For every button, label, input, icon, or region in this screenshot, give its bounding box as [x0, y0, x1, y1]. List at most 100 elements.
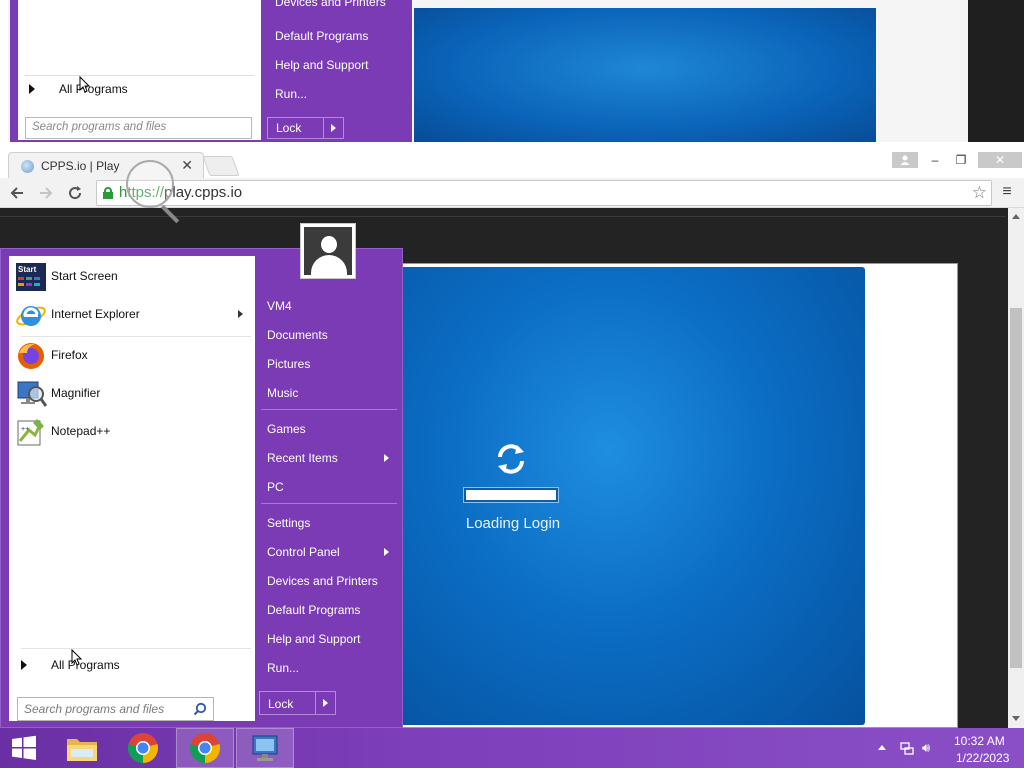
restore-button[interactable]: ❐	[948, 152, 974, 168]
scrollbar-thumb[interactable]	[1010, 308, 1022, 668]
network-icon[interactable]	[900, 741, 914, 755]
profile-button[interactable]	[892, 152, 918, 168]
clock-time[interactable]: 10:32 AM	[954, 734, 1005, 748]
game-canvas[interactable]: Loading Login	[399, 267, 865, 725]
svg-text:++: ++	[21, 426, 29, 433]
show-hidden-icons-icon[interactable]	[878, 745, 886, 750]
program-notepad-plus-plus[interactable]: ++ Notepad++	[13, 415, 251, 449]
place-recent-items[interactable]: Recent Items	[259, 444, 399, 470]
address-bar[interactable]: https://play.cpps.io ☆	[96, 180, 992, 206]
program-label: Firefox	[51, 348, 88, 362]
notepad-plus-plus-icon: ++	[17, 419, 44, 446]
echo-all-programs[interactable]: All Programs	[59, 82, 128, 96]
tab-cpps-play[interactable]: CPPS.io | Play ✕	[8, 152, 204, 178]
start-search-input[interactable]	[18, 698, 188, 720]
firefox-icon	[18, 343, 44, 369]
place-documents[interactable]: Documents	[259, 321, 399, 347]
place-pictures[interactable]: Pictures	[259, 350, 399, 376]
tab-close-icon[interactable]: ✕	[181, 157, 193, 174]
program-label: Start Screen	[51, 269, 118, 283]
submenu-arrow-icon[interactable]	[384, 454, 389, 462]
svg-text:Start: Start	[18, 265, 37, 274]
minimize-button[interactable]: –	[922, 152, 948, 168]
new-tab-button[interactable]	[202, 156, 240, 176]
close-window-button[interactable]: ✕	[978, 152, 1022, 168]
tab-title: CPPS.io | Play	[41, 159, 120, 173]
scroll-down-icon[interactable]	[1012, 716, 1020, 721]
program-magnifier[interactable]: Magnifier	[13, 377, 251, 411]
all-programs-divider	[21, 648, 251, 649]
page-scrollbar[interactable]	[1008, 208, 1024, 728]
echo-dark-strip	[968, 0, 1024, 142]
start-button[interactable]	[0, 728, 58, 768]
place-vm4[interactable]: VM4	[259, 292, 399, 318]
places-divider	[261, 409, 397, 410]
chrome-icon	[189, 733, 221, 764]
program-label: Magnifier	[51, 386, 101, 400]
clock-date[interactable]: 1/22/2023	[956, 751, 1009, 765]
loading-favicon-icon	[21, 160, 34, 173]
start-search-field[interactable]	[17, 697, 214, 721]
system-tray: 🔊︎ 10:32 AM 1/22/2023	[870, 728, 1020, 768]
echo-item-default-programs[interactable]: Default Programs	[275, 29, 368, 43]
place-devices-and-printers[interactable]: Devices and Printers	[259, 567, 399, 593]
user-account-tile[interactable]	[300, 223, 356, 279]
program-label: Internet Explorer	[51, 307, 140, 321]
echo-mouse-cursor-icon	[79, 76, 91, 93]
magnifier-icon	[17, 381, 47, 407]
echo-lock-arrow-icon[interactable]	[323, 118, 343, 138]
scroll-up-icon[interactable]	[1012, 214, 1020, 219]
place-help-and-support[interactable]: Help and Support	[259, 625, 399, 651]
file-explorer-icon	[67, 739, 97, 761]
forward-button[interactable]	[35, 182, 57, 204]
place-music[interactable]: Music	[259, 379, 399, 405]
place-settings[interactable]: Settings	[259, 509, 399, 535]
reload-icon	[69, 186, 82, 200]
page-divider	[0, 216, 1006, 217]
user-avatar-icon	[304, 227, 352, 275]
chrome-button[interactable]	[114, 728, 172, 768]
echo-item-help[interactable]: Help and Support	[275, 58, 368, 72]
echo-item-devices[interactable]: Devices and Printers	[275, 0, 386, 9]
echo-item-run[interactable]: Run...	[275, 87, 307, 101]
place-control-panel[interactable]: Control Panel	[259, 538, 399, 564]
loading-progress-bar	[463, 487, 559, 503]
place-pc[interactable]: PC	[259, 473, 399, 499]
echo-lock-label: Lock	[276, 121, 302, 135]
remote-desktop-button[interactable]	[236, 728, 294, 768]
echo-lock-button[interactable]: Lock	[267, 117, 344, 139]
echo-game-area	[414, 8, 876, 142]
desktop: Devices and Printers Default Programs He…	[0, 0, 1024, 768]
lock-options-arrow-icon[interactable]	[315, 691, 336, 715]
back-button[interactable]	[6, 182, 28, 204]
bookmark-star-icon[interactable]: ☆	[972, 183, 987, 203]
submenu-arrow-icon[interactable]	[384, 548, 389, 556]
remote-desktop-icon	[252, 735, 278, 761]
search-icon[interactable]	[193, 702, 207, 716]
browser-menu-icon[interactable]: ≡	[998, 184, 1016, 200]
loading-text: Loading Login	[465, 515, 561, 532]
program-start-screen[interactable]: Start Start Screen	[13, 260, 251, 294]
arrow-left-icon	[10, 187, 23, 199]
place-default-programs[interactable]: Default Programs	[259, 596, 399, 622]
reload-button[interactable]	[64, 182, 86, 204]
all-programs-button[interactable]: All Programs	[13, 654, 251, 676]
taskbar: 🔊︎ 10:32 AM 1/22/2023	[0, 728, 1024, 768]
person-icon	[900, 155, 910, 165]
place-games[interactable]: Games	[259, 415, 399, 441]
programs-pane: Start Start Screen Internet Explorer Fir…	[9, 256, 255, 721]
file-explorer-button[interactable]	[54, 728, 112, 768]
all-programs-arrow-icon	[21, 660, 27, 670]
place-run[interactable]: Run...	[259, 654, 399, 680]
program-firefox[interactable]: Firefox	[13, 339, 251, 373]
internet-explorer-icon	[16, 306, 46, 326]
volume-icon[interactable]: 🔊︎	[922, 740, 930, 756]
loading-spinner-icon	[498, 444, 524, 474]
arrow-right-icon	[40, 187, 53, 199]
program-internet-explorer[interactable]: Internet Explorer	[13, 298, 251, 332]
program-label: Notepad++	[51, 424, 111, 438]
echo-search-input[interactable]: Search programs and files	[25, 117, 252, 139]
chrome-button-active[interactable]	[176, 728, 234, 768]
submenu-arrow-icon[interactable]	[238, 310, 243, 318]
places-pane: VM4 Documents Pictures Music Games Recen…	[259, 249, 403, 727]
